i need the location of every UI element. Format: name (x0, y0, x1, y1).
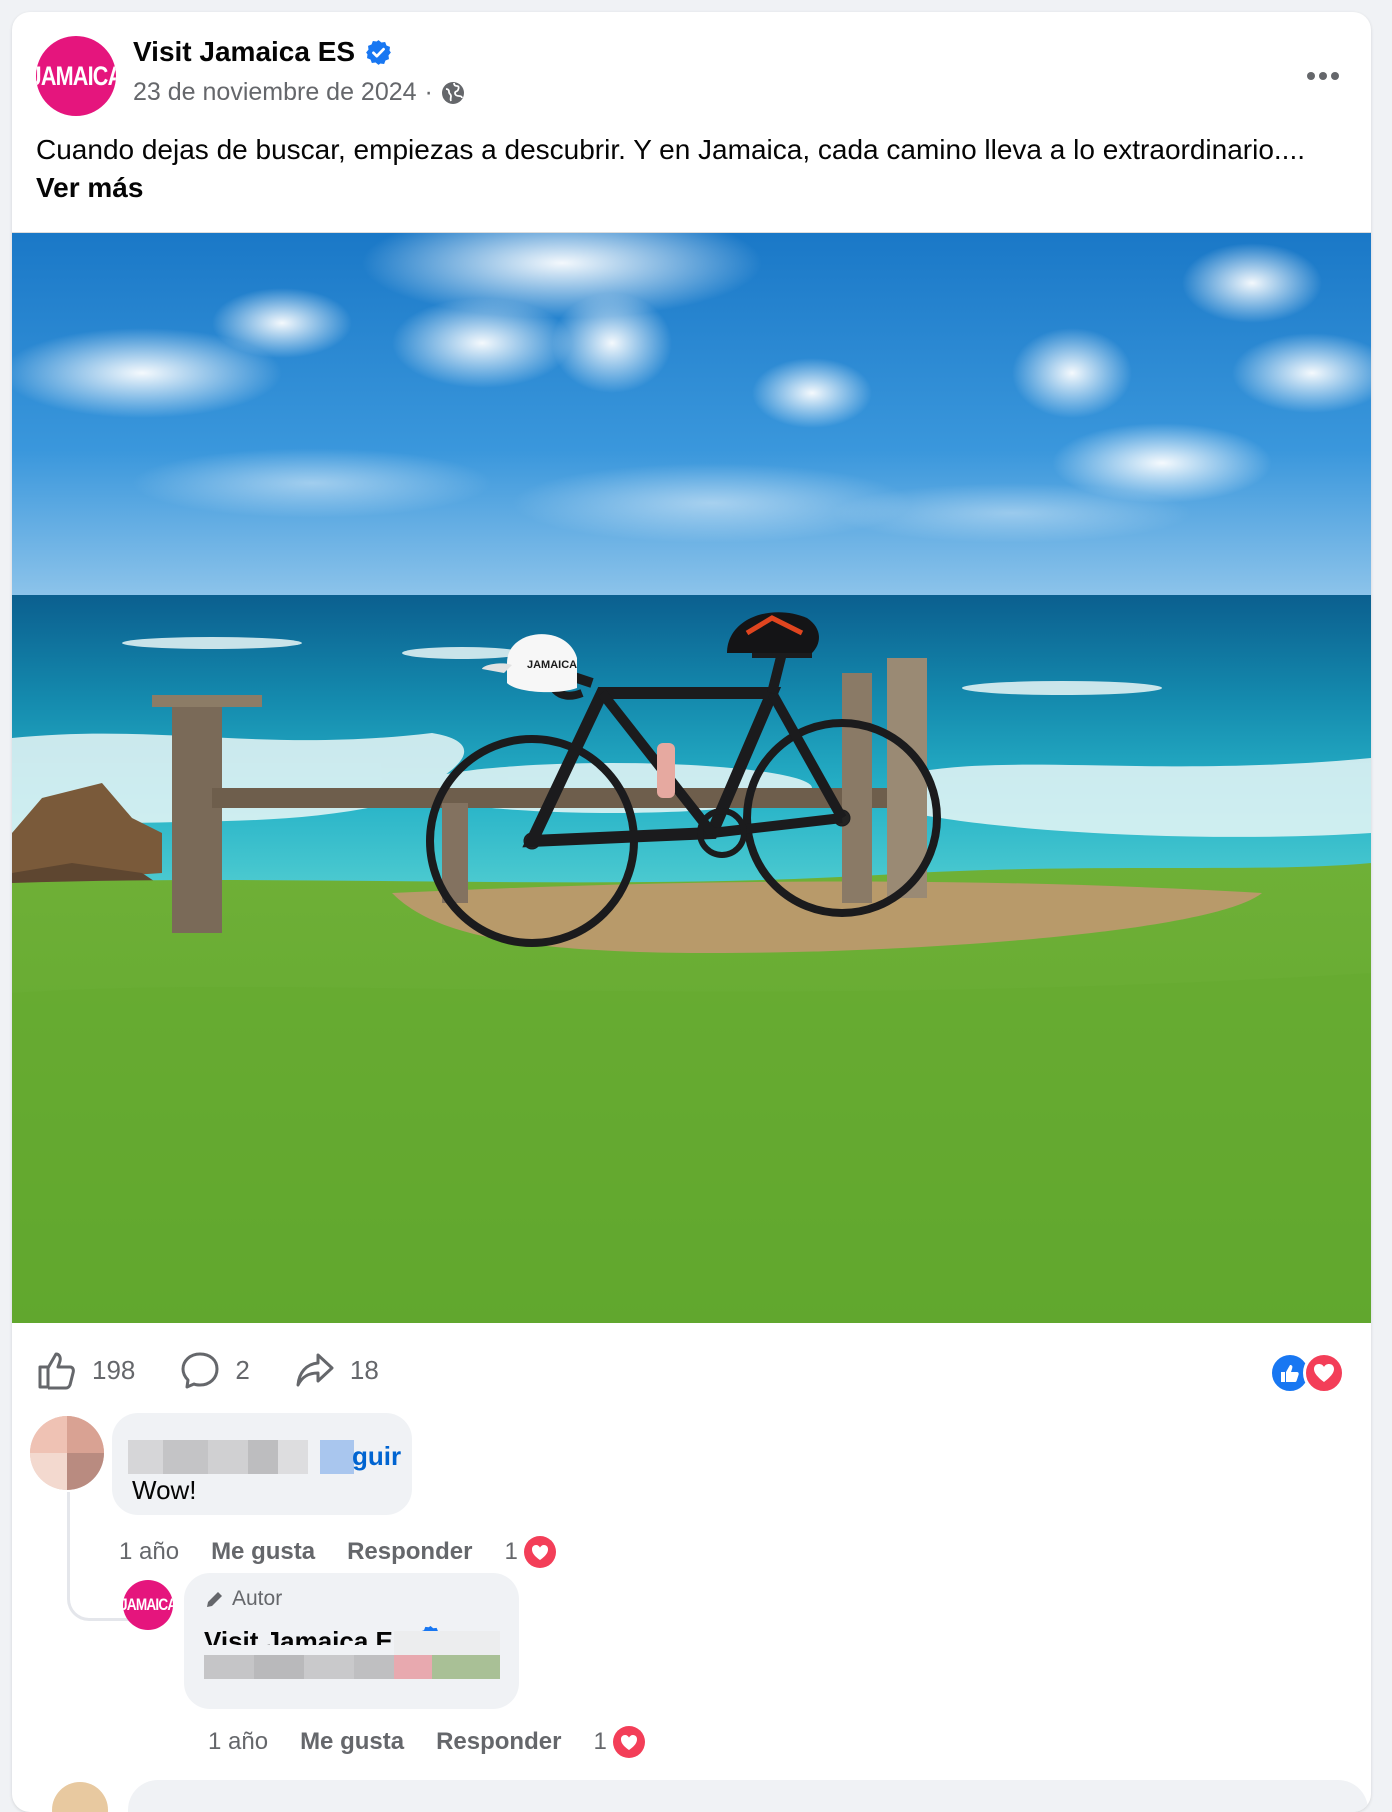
comment-time[interactable]: 1 año (119, 1538, 179, 1566)
author-tag-label: Autor (232, 1587, 283, 1610)
water-bottle (657, 743, 675, 798)
page-name-row: Visit Jamaica ES (133, 36, 392, 68)
cap-logo: JAMAICA (527, 659, 577, 671)
post-date[interactable]: 23 de noviembre de 2024 (133, 78, 417, 107)
comment-bubble-icon (181, 1352, 219, 1389)
comment-reply-button[interactable]: Responder (347, 1538, 472, 1566)
next-comment-bubble (128, 1780, 1368, 1812)
comment-button[interactable]: 2 (179, 1349, 250, 1391)
comment-actions: 1 año Me gusta Responder 1 (119, 1534, 558, 1570)
heart-icon (523, 1536, 556, 1568)
redacted-follow-prefix (320, 1440, 354, 1474)
heart-icon (612, 1726, 645, 1758)
post-photo[interactable]: JAMAICA (12, 232, 1371, 1323)
reply-avatar-logo-text: JAMAICA (123, 1595, 173, 1614)
share-count: 18 (349, 1354, 379, 1385)
page-name[interactable]: Visit Jamaica ES (133, 36, 355, 68)
reply-like-button[interactable]: Me gusta (300, 1728, 404, 1756)
commenter-avatar[interactable] (30, 1416, 104, 1490)
share-arrow-icon (296, 1353, 334, 1387)
more-options-button[interactable] (1299, 52, 1347, 100)
comment-like-button[interactable]: Me gusta (211, 1538, 315, 1566)
redacted-commenter-name (128, 1440, 308, 1474)
follow-link[interactable]: guir (352, 1441, 401, 1472)
meta-separator: · (424, 78, 433, 106)
reply-bubble: Autor Visit Jamaica ES (184, 1573, 519, 1709)
page-avatar[interactable]: JAMAICA (36, 36, 116, 116)
post-meta: 23 de noviembre de 2024 · (133, 78, 465, 107)
like-count: 198 (92, 1354, 136, 1385)
post-text: Cuando dejas de buscar, empiezas a descu… (36, 131, 1336, 207)
reply-reaction-count[interactable]: 1 (593, 1728, 606, 1756)
comment-reaction-count[interactable]: 1 (504, 1538, 517, 1566)
post-text-body: Cuando dejas de buscar, empiezas a descu… (36, 134, 1306, 165)
reply-love-badge[interactable] (610, 1724, 647, 1760)
see-more-link[interactable]: Ver más (36, 172, 143, 203)
reactions-summary[interactable] (1269, 1352, 1345, 1394)
author-tag: Autor (204, 1587, 282, 1611)
next-commenter-avatar[interactable] (52, 1782, 108, 1812)
love-reaction-icon (1303, 1352, 1345, 1394)
share-button[interactable]: 18 (294, 1349, 379, 1391)
globe-icon (441, 81, 464, 104)
post-action-bar: 198 2 18 (36, 1340, 423, 1400)
comment-love-badge[interactable] (521, 1534, 558, 1570)
reply-thread-line (67, 1492, 128, 1621)
post-card: JAMAICA Visit Jamaica ES 23 de noviembre… (12, 12, 1371, 1812)
page-avatar-logo-text: JAMAICA (36, 60, 116, 91)
verified-badge-icon (366, 39, 391, 65)
pencil-icon (207, 1592, 222, 1607)
comment-text: Wow! (132, 1475, 197, 1505)
reply-time[interactable]: 1 año (208, 1728, 268, 1756)
comment-count: 2 (235, 1354, 250, 1385)
thumbs-up-icon (38, 1352, 75, 1390)
comment-bubble: guir Wow! (112, 1413, 412, 1515)
ellipsis-icon (1307, 72, 1339, 80)
redacted-reply-text (204, 1631, 500, 1679)
reply-reply-button[interactable]: Responder (436, 1728, 561, 1756)
like-button[interactable]: 198 (36, 1349, 135, 1391)
reply-author-avatar[interactable]: JAMAICA (123, 1580, 173, 1630)
reply-actions: 1 año Me gusta Responder 1 (208, 1724, 647, 1760)
